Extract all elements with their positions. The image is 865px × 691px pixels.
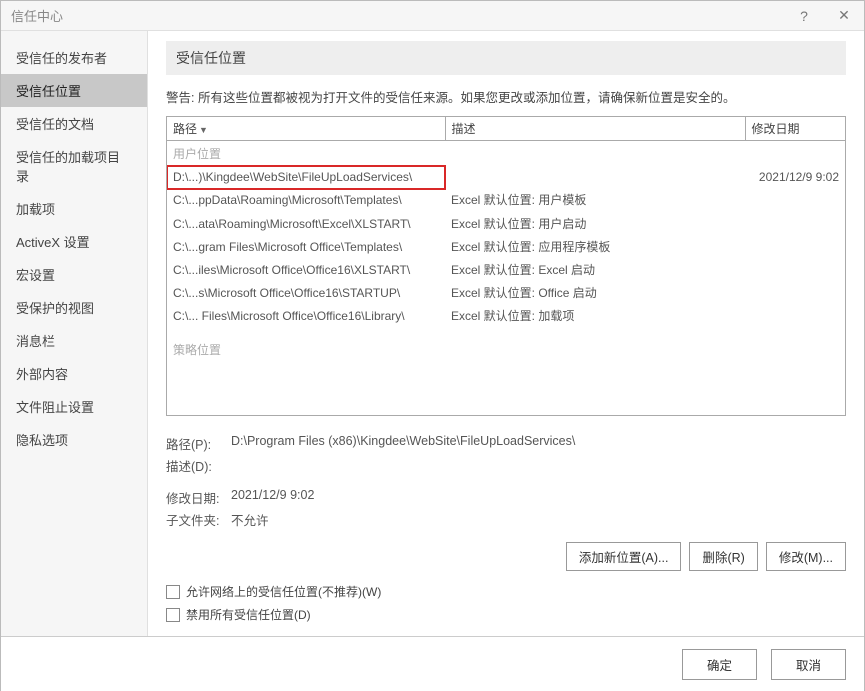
dialog-footer: 确定 取消	[1, 636, 864, 691]
button-row: 添加新位置(A)... 删除(R) 修改(M)...	[166, 542, 846, 571]
cell-date: 2021/12/9 9:02	[745, 166, 845, 189]
cell-date	[745, 189, 845, 212]
section-user: 用户位置	[167, 141, 845, 167]
sidebar-item-external-content[interactable]: 外部内容	[1, 357, 147, 390]
page-heading: 受信任位置	[166, 41, 846, 75]
details-date-label: 修改日期:	[166, 488, 231, 507]
checkbox-allow-network[interactable]: 允许网络上的受信任位置(不推荐)(W)	[166, 583, 846, 600]
table-row[interactable]: C:\...ata\Roaming\Microsoft\Excel\XLSTAR…	[167, 213, 845, 236]
sidebar-item-message-bar[interactable]: 消息栏	[1, 324, 147, 357]
ok-button[interactable]: 确定	[682, 649, 757, 680]
modify-button[interactable]: 修改(M)...	[766, 542, 846, 571]
table-row[interactable]: C:\...iles\Microsoft Office\Office16\XLS…	[167, 259, 845, 282]
checkbox-label: 允许网络上的受信任位置(不推荐)(W)	[186, 583, 381, 600]
cell-desc: Excel 默认位置: Excel 启动	[445, 259, 745, 282]
cell-path: C:\...ppData\Roaming\Microsoft\Templates…	[167, 189, 445, 212]
details-desc-value	[231, 456, 846, 475]
sidebar-item-macro[interactable]: 宏设置	[1, 258, 147, 291]
checkbox-icon	[166, 608, 180, 622]
sidebar-item-trusted-catalogs[interactable]: 受信任的加载项目录	[1, 140, 147, 192]
cell-path: D:\...)\Kingdee\WebSite\FileUpLoadServic…	[167, 166, 445, 189]
checkbox-label: 禁用所有受信任位置(D)	[186, 606, 311, 623]
close-button[interactable]: ✕	[824, 1, 864, 30]
sidebar-item-trusted-locations[interactable]: 受信任位置	[1, 74, 147, 107]
details-subfolder-label: 子文件夹:	[166, 510, 231, 529]
cell-desc: Excel 默认位置: 加载项	[445, 305, 745, 328]
main-area: 受信任的发布者 受信任位置 受信任的文档 受信任的加载项目录 加载项 Activ…	[1, 31, 864, 636]
cell-date	[745, 305, 845, 328]
cell-path: C:\...s\Microsoft Office\Office16\STARTU…	[167, 282, 445, 305]
cell-date	[745, 236, 845, 259]
cancel-button[interactable]: 取消	[771, 649, 846, 680]
sidebar-item-trusted-publishers[interactable]: 受信任的发布者	[1, 41, 147, 74]
warning-text: 警告: 所有这些位置都被视为打开文件的受信任来源。如果您更改或添加位置，请确保新…	[166, 87, 846, 106]
sidebar-item-file-block[interactable]: 文件阻止设置	[1, 390, 147, 423]
cell-desc: Excel 默认位置: Office 启动	[445, 282, 745, 305]
content-pane: 受信任位置 警告: 所有这些位置都被视为打开文件的受信任来源。如果您更改或添加位…	[148, 31, 864, 636]
table-row[interactable]: C:\...s\Microsoft Office\Office16\STARTU…	[167, 282, 845, 305]
table-row[interactable]: C:\...ppData\Roaming\Microsoft\Templates…	[167, 189, 845, 212]
table-row[interactable]: C:\... Files\Microsoft Office\Office16\L…	[167, 305, 845, 328]
sidebar-item-activex[interactable]: ActiveX 设置	[1, 225, 147, 258]
details-desc-label: 描述(D):	[166, 456, 231, 475]
sidebar-item-addins[interactable]: 加载项	[1, 192, 147, 225]
locations-table[interactable]: 路径▼ 描述 修改日期 用户位置 D:\...)\Kingdee\WebSite…	[166, 116, 846, 416]
sidebar-item-privacy[interactable]: 隐私选项	[1, 423, 147, 456]
sort-arrow-icon: ▼	[199, 125, 208, 135]
sidebar-item-trusted-documents[interactable]: 受信任的文档	[1, 107, 147, 140]
section-policy: 策略位置	[167, 329, 845, 362]
window-title: 信任中心	[11, 6, 784, 25]
help-button[interactable]: ?	[784, 1, 824, 30]
cell-path: C:\... Files\Microsoft Office\Office16\L…	[167, 305, 445, 328]
sidebar-item-protected-view[interactable]: 受保护的视图	[1, 291, 147, 324]
col-path[interactable]: 路径▼	[167, 117, 445, 141]
checkbox-disable-all[interactable]: 禁用所有受信任位置(D)	[166, 606, 846, 623]
cell-date	[745, 259, 845, 282]
table-row[interactable]: C:\...gram Files\Microsoft Office\Templa…	[167, 236, 845, 259]
checkbox-icon	[166, 585, 180, 599]
sidebar: 受信任的发布者 受信任位置 受信任的文档 受信任的加载项目录 加载项 Activ…	[1, 31, 148, 636]
table-row[interactable]: D:\...)\Kingdee\WebSite\FileUpLoadServic…	[167, 166, 845, 189]
details-subfolder-value: 不允许	[231, 510, 846, 529]
cell-path: C:\...iles\Microsoft Office\Office16\XLS…	[167, 259, 445, 282]
remove-button[interactable]: 删除(R)	[689, 542, 757, 571]
col-desc[interactable]: 描述	[445, 117, 745, 141]
details-path-label: 路径(P):	[166, 434, 231, 453]
cell-path: C:\...ata\Roaming\Microsoft\Excel\XLSTAR…	[167, 213, 445, 236]
cell-desc	[445, 166, 745, 189]
cell-date	[745, 213, 845, 236]
details-path-value: D:\Program Files (x86)\Kingdee\WebSite\F…	[231, 434, 846, 453]
titlebar: 信任中心 ? ✕	[1, 1, 864, 31]
cell-desc: Excel 默认位置: 用户启动	[445, 213, 745, 236]
col-date[interactable]: 修改日期	[745, 117, 845, 141]
cell-path: C:\...gram Files\Microsoft Office\Templa…	[167, 236, 445, 259]
cell-desc: Excel 默认位置: 应用程序模板	[445, 236, 745, 259]
details-panel: 路径(P): D:\Program Files (x86)\Kingdee\We…	[166, 434, 846, 532]
details-date-value: 2021/12/9 9:02	[231, 488, 846, 507]
cell-desc: Excel 默认位置: 用户模板	[445, 189, 745, 212]
add-location-button[interactable]: 添加新位置(A)...	[566, 542, 682, 571]
cell-date	[745, 282, 845, 305]
table-header: 路径▼ 描述 修改日期	[167, 117, 845, 141]
